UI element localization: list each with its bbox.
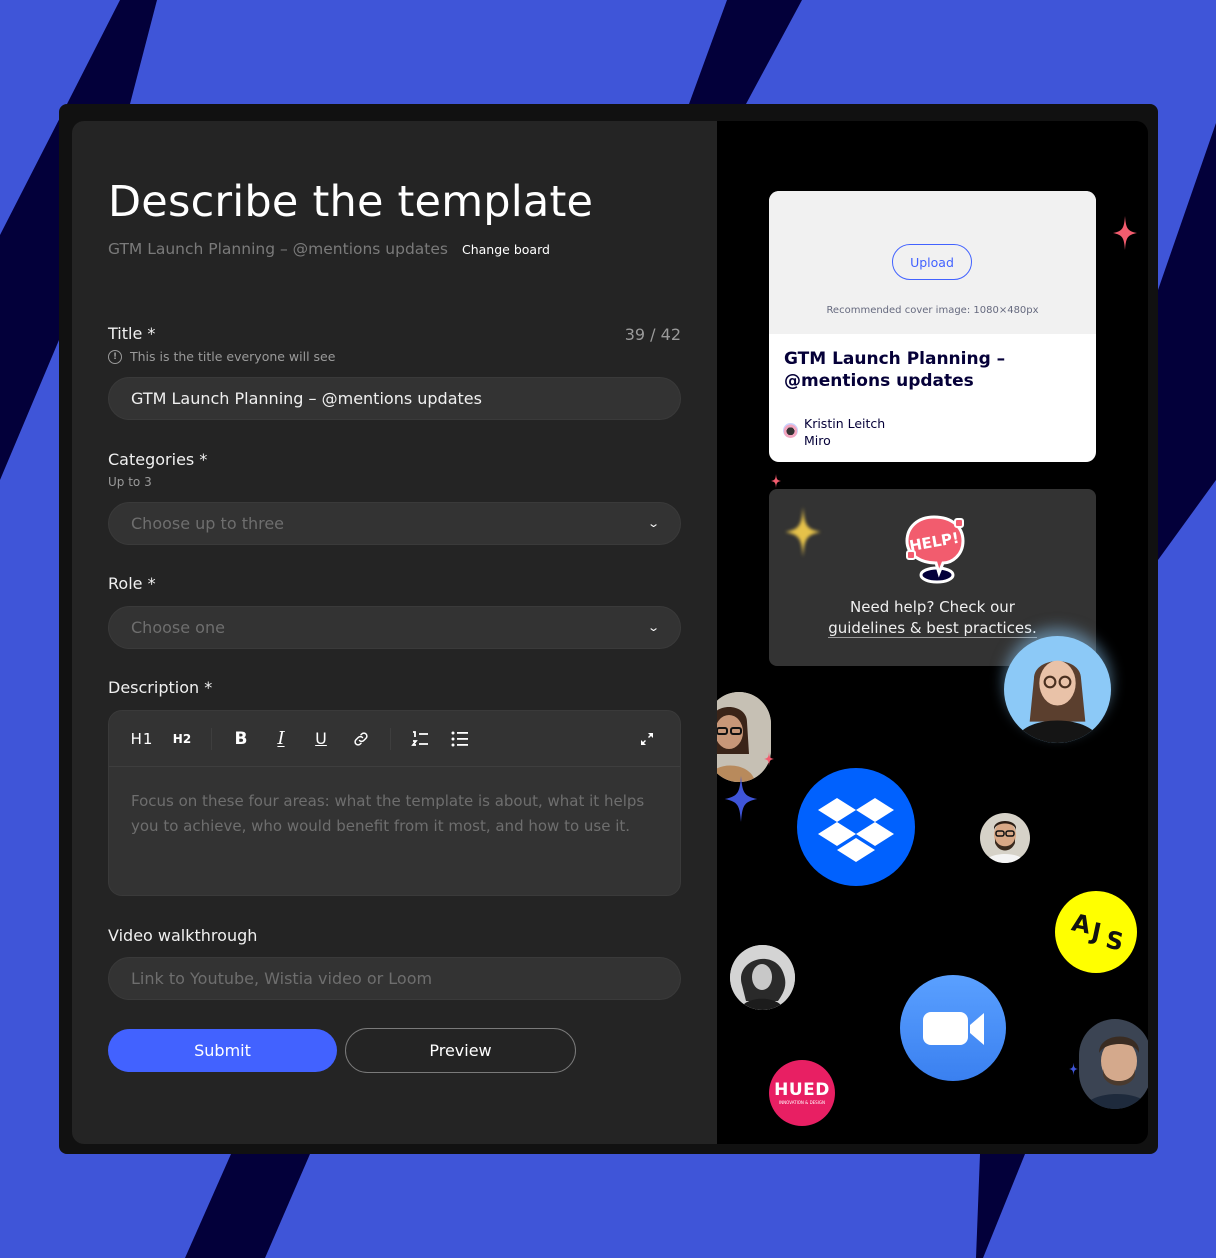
toolbar-divider <box>211 727 212 750</box>
expand-icon <box>641 732 653 745</box>
template-preview-card: Upload Recommended cover image: 1080×480… <box>769 191 1096 462</box>
expand-button[interactable] <box>632 724 662 754</box>
sparkle-icon <box>1113 216 1137 250</box>
categories-placeholder: Choose up to three <box>131 514 285 533</box>
avatar-woman-curly <box>730 945 795 1010</box>
ajs-letter-s: S <box>1103 925 1127 957</box>
description-editor: H1 H2 B I U Focus on these four areas: w… <box>108 710 681 896</box>
title-hint-text: This is the title everyone will see <box>130 349 336 364</box>
stripe-bottom-right <box>976 1154 1025 1258</box>
avatar-woman-glasses <box>1004 636 1111 743</box>
dropbox-logo <box>797 768 915 886</box>
help-sticker-icon: HELP! <box>905 515 965 584</box>
sparkle-icon <box>1069 1062 1078 1076</box>
submit-button[interactable]: Submit <box>108 1029 337 1072</box>
author-avatar <box>783 423 798 438</box>
upload-button[interactable]: Upload <box>892 244 972 280</box>
avatar-man-beard <box>980 813 1030 863</box>
zoom-logo <box>900 975 1006 1081</box>
role-select[interactable]: Choose one ⌄ <box>108 606 681 649</box>
person-avatar-icon <box>984 821 1026 863</box>
sparkle-icon <box>764 752 774 766</box>
cover-image-area: Upload Recommended cover image: 1080×480… <box>769 191 1096 334</box>
bold-button[interactable]: B <box>226 724 256 754</box>
ajs-logo: A J S <box>1055 891 1137 973</box>
board-subtitle: GTM Launch Planning – @mentions updates … <box>108 240 550 258</box>
bullet-list-button[interactable] <box>445 724 475 754</box>
hued-tagline: INNOVATION & DESIGN <box>779 1100 825 1105</box>
avatar-man-dark-hair <box>1079 1019 1148 1109</box>
link-icon <box>354 731 368 746</box>
hued-wordmark: HUED <box>774 1080 830 1100</box>
sparkle-icon <box>724 776 758 822</box>
title-input[interactable] <box>108 377 681 420</box>
chevron-down-icon: ⌄ <box>646 621 660 634</box>
person-avatar-icon <box>1014 660 1101 743</box>
italic-button[interactable]: I <box>266 724 296 754</box>
stripe-bottom-left <box>185 1154 310 1258</box>
editor-toolbar: H1 H2 B I U <box>109 711 680 767</box>
author-name: Kristin Leitch <box>804 416 886 431</box>
preview-panel: Upload Recommended cover image: 1080×480… <box>717 121 1148 1144</box>
stripe-top-middle <box>689 0 802 104</box>
help-text: Need help? Check our guidelines & best p… <box>769 597 1096 639</box>
categories-label: Categories * <box>108 450 208 469</box>
description-textarea[interactable]: Focus on these four areas: what the temp… <box>109 767 680 861</box>
bullet-list-icon <box>451 731 468 746</box>
person-avatar-icon <box>1079 1019 1148 1109</box>
video-label: Video walkthrough <box>108 926 258 945</box>
form-panel: Describe the template GTM Launch Plannin… <box>72 121 717 1144</box>
video-camera-icon <box>923 1012 984 1045</box>
hued-logo: HUED INNOVATION & DESIGN <box>769 1060 835 1126</box>
glow-sparkle-icon <box>785 507 821 557</box>
ordered-list-button[interactable] <box>405 724 435 754</box>
cover-recommendation: Recommended cover image: 1080×480px <box>826 305 1039 316</box>
sparkle-icon <box>771 474 781 488</box>
ordered-list-icon <box>411 730 428 746</box>
avatar-woman-outdoors <box>717 692 771 782</box>
change-board-button[interactable]: Change board <box>462 242 550 257</box>
toolbar-divider <box>390 727 391 750</box>
categories-hint: Up to 3 <box>108 475 152 489</box>
underline-button[interactable]: U <box>306 724 336 754</box>
ajs-letter-a: A <box>1069 908 1094 940</box>
title-hint: ! This is the title everyone will see <box>108 349 335 364</box>
chevron-down-icon: ⌄ <box>646 517 660 530</box>
page-title: Describe the template <box>108 177 594 227</box>
role-label: Role * <box>108 574 156 593</box>
video-link-input[interactable] <box>108 957 681 1000</box>
categories-select[interactable]: Choose up to three ⌄ <box>108 502 681 545</box>
board-name: GTM Launch Planning – @mentions updates <box>108 240 448 258</box>
preview-button[interactable]: Preview <box>345 1028 576 1073</box>
title-label: Title * <box>108 324 156 343</box>
person-avatar-icon <box>717 692 771 782</box>
author-org: Miro <box>804 433 831 448</box>
heading1-button[interactable]: H1 <box>127 724 157 754</box>
card-title: GTM Launch Planning – @mentions updates <box>784 349 1006 391</box>
heading2-button[interactable]: H2 <box>167 724 197 754</box>
info-circle-icon: ! <box>108 349 122 364</box>
person-avatar-icon <box>730 945 795 1010</box>
help-line: Need help? Check our <box>850 598 1015 616</box>
link-button[interactable] <box>346 724 376 754</box>
dropbox-icon <box>818 798 894 862</box>
title-char-counter: 39 / 42 <box>624 325 681 344</box>
role-placeholder: Choose one <box>131 618 225 637</box>
description-label: Description * <box>108 678 213 697</box>
guidelines-link[interactable]: guidelines & best practices. <box>828 619 1037 638</box>
